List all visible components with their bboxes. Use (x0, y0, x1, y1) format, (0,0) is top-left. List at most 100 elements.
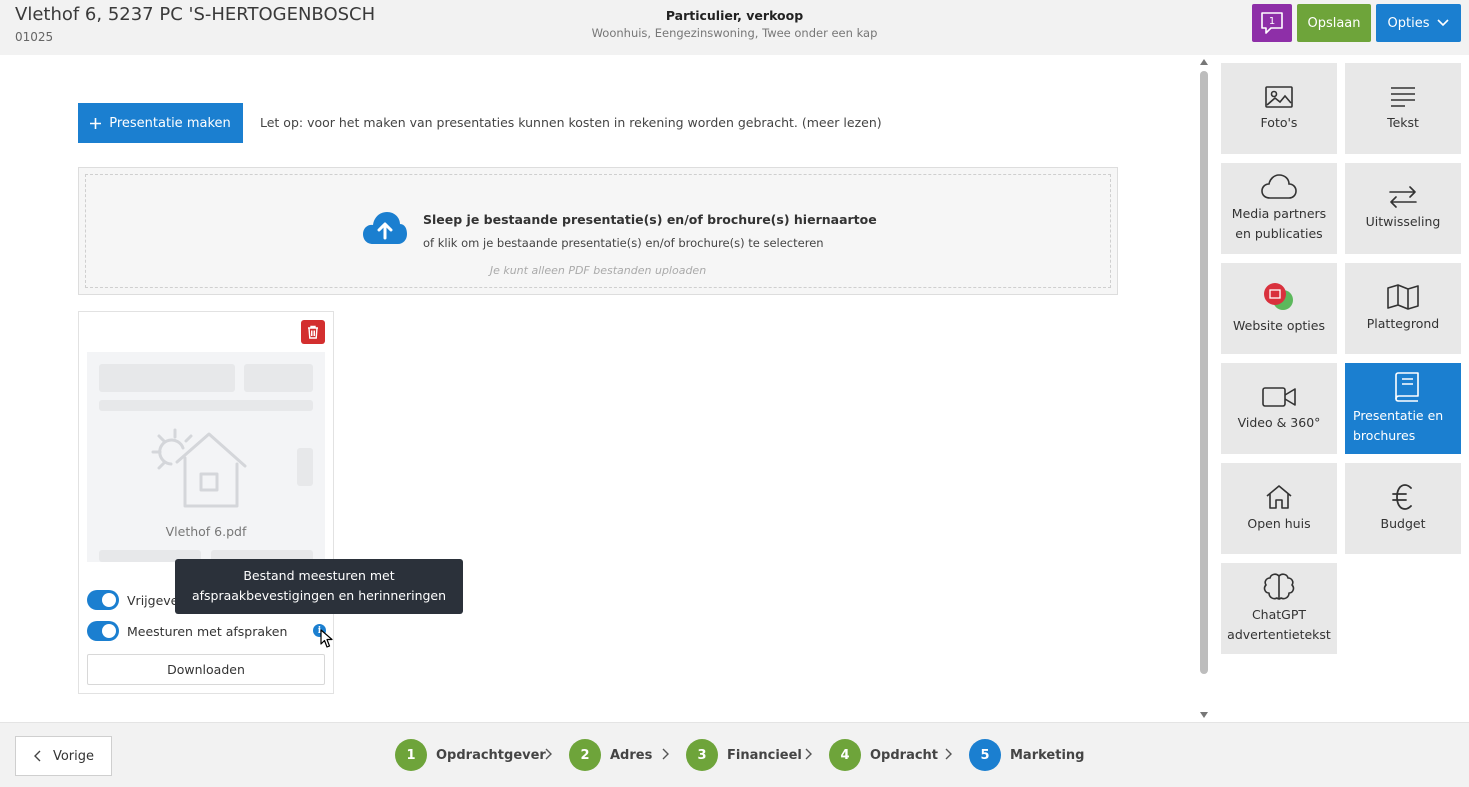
tile-text[interactable]: Tekst (1345, 63, 1461, 154)
step-label: Opdracht (870, 747, 939, 763)
tile-label: ChatGPT advertentietekst (1227, 606, 1331, 642)
step-number: 3 (686, 739, 718, 771)
chevron-down-icon (1437, 19, 1450, 27)
tile-label: Plattegrond (1366, 315, 1440, 331)
step-number: 2 (569, 739, 601, 771)
text-lines-icon (1391, 86, 1415, 107)
cloud-icon (1261, 173, 1297, 199)
previous-label: Vorige (52, 748, 95, 764)
tile-open-house[interactable]: Open huis (1221, 463, 1337, 554)
wizard-footer: Vorige 1 Opdrachtgever 2 Adres 3 Financi… (0, 722, 1469, 787)
send-with-appointments-label: Meesturen met afspraken (127, 623, 288, 639)
book-icon (1395, 371, 1419, 402)
tooltip-line-1: Bestand meesturen met (243, 568, 395, 583)
release-toggle-row[interactable]: Vrijgeven (87, 589, 186, 611)
previous-button[interactable]: Vorige (15, 736, 112, 776)
step-label: Marketing (1010, 747, 1085, 763)
step-adres[interactable]: 2 Adres (569, 739, 652, 771)
tile-chatgpt[interactable]: ChatGPT advertentietekst (1221, 563, 1337, 654)
chevron-left-icon (33, 750, 41, 762)
chevron-right-icon (805, 748, 812, 760)
upload-dropzone[interactable]: Sleep je bestaande presentatie(s) en/of … (78, 167, 1118, 295)
listing-type-title: Particulier, verkoop (665, 8, 804, 23)
scroll-down-arrow-icon[interactable] (1200, 712, 1208, 718)
tile-budget[interactable]: Budget (1345, 463, 1461, 554)
listing-type-subtitle: Woonhuis, Eengezinswoning, Twee onder ee… (591, 26, 878, 40)
step-number: 5 (969, 739, 1001, 771)
step-marketing[interactable]: 5 Marketing (969, 739, 1084, 771)
tile-label: Open huis (1247, 515, 1311, 531)
options-dropdown-button[interactable]: Opties (1376, 4, 1461, 42)
options-label: Opties (1387, 15, 1430, 31)
step-number: 1 (395, 739, 427, 771)
skeleton-block (99, 400, 313, 411)
tile-website-options[interactable]: Website opties (1221, 263, 1337, 354)
main-content: Presentatie maken Let op: voor het maken… (0, 55, 1196, 722)
send-with-appointments-toggle[interactable] (87, 621, 119, 641)
download-button[interactable]: Downloaden (87, 654, 325, 685)
step-opdracht[interactable]: 4 Opdracht (829, 739, 938, 771)
chevron-right-icon (662, 748, 669, 760)
house-icon (1266, 484, 1292, 509)
brain-icon (1263, 572, 1295, 600)
step-number: 4 (829, 739, 861, 771)
dropzone-title: Sleep je bestaande presentatie(s) en/of … (423, 212, 877, 227)
tile-exchange[interactable]: Uitwisseling (1345, 163, 1461, 254)
skeleton-block (99, 364, 235, 392)
tile-presentations-brochures[interactable]: Presentatie en brochures (1345, 363, 1461, 454)
dropzone-subtitle: of klik om je bestaande presentatie(s) e… (423, 236, 824, 250)
website-badge-icon (1264, 282, 1293, 310)
delete-button[interactable] (301, 320, 325, 344)
tile-label: Presentatie en brochures (1353, 407, 1444, 443)
tile-label: Website opties (1233, 317, 1325, 333)
chevron-right-icon (945, 748, 952, 760)
tile-label: Budget (1380, 515, 1426, 531)
cost-notice: Let op: voor het maken van presentaties … (260, 115, 882, 130)
save-button[interactable]: Opslaan (1297, 4, 1371, 42)
release-toggle[interactable] (87, 590, 119, 610)
cloud-upload-icon (363, 212, 407, 244)
step-opdrachtgever[interactable]: 1 Opdrachtgever (395, 739, 546, 771)
image-icon (1265, 85, 1293, 108)
scroll-thumb[interactable] (1200, 71, 1208, 674)
marketing-side-panel: Foto's Tekst Media partners en publicati… (1212, 55, 1469, 722)
video-camera-icon (1262, 386, 1296, 407)
presentation-card: Vlethof 6.pdf Vrijgeven Meesturen met af… (78, 311, 334, 694)
map-icon (1387, 283, 1419, 310)
pdf-preview[interactable]: Vlethof 6.pdf (87, 352, 325, 562)
chat-bubble-icon: 1 (1261, 12, 1283, 34)
create-presentation-label: Presentatie maken (109, 115, 231, 131)
step-label: Opdrachtgever (436, 747, 546, 763)
step-financieel[interactable]: 3 Financieel (686, 739, 802, 771)
tile-label: Media partners en publicaties (1231, 205, 1327, 241)
skeleton-block (297, 448, 313, 486)
tile-photos[interactable]: Foto's (1221, 63, 1337, 154)
skeleton-block (244, 364, 313, 392)
dropzone-border: Sleep je bestaande presentatie(s) en/of … (85, 174, 1111, 288)
main-scrollbar[interactable] (1196, 55, 1212, 722)
scroll-up-arrow-icon[interactable] (1200, 59, 1208, 65)
step-label: Financieel (727, 747, 802, 763)
step-label: Adres (610, 747, 653, 763)
tooltip-line-2: afspraakbevestigingen en herinneringen (191, 588, 447, 603)
trash-icon (308, 325, 318, 339)
messages-button[interactable]: 1 (1252, 4, 1292, 42)
tile-floorplan[interactable]: Plattegrond (1345, 263, 1461, 354)
mouse-cursor-icon (320, 629, 333, 648)
tile-label: Tekst (1387, 114, 1419, 130)
tile-video-360[interactable]: Video & 360° (1221, 363, 1337, 454)
tile-label: Uitwisseling (1365, 213, 1441, 229)
tile-label: Video & 360° (1237, 414, 1321, 430)
create-presentation-button[interactable]: Presentatie maken (78, 103, 243, 143)
tooltip: Bestand meesturen met afspraakbevestigin… (175, 559, 463, 614)
pdf-file-name: Vlethof 6.pdf (165, 524, 247, 539)
plus-icon (90, 117, 102, 129)
house-placeholder-icon (151, 428, 247, 508)
messages-count: 1 (1269, 16, 1275, 27)
euro-icon (1392, 483, 1412, 510)
send-with-appointments-toggle-row[interactable]: Meesturen met afspraken (87, 620, 287, 642)
page-header: Vlethof 6, 5237 PC 'S-HERTOGENBOSCH 0102… (0, 0, 1469, 55)
tile-media-partners[interactable]: Media partners en publicaties (1221, 163, 1337, 254)
exchange-arrows-icon (1389, 185, 1417, 208)
chevron-right-icon (545, 748, 552, 760)
